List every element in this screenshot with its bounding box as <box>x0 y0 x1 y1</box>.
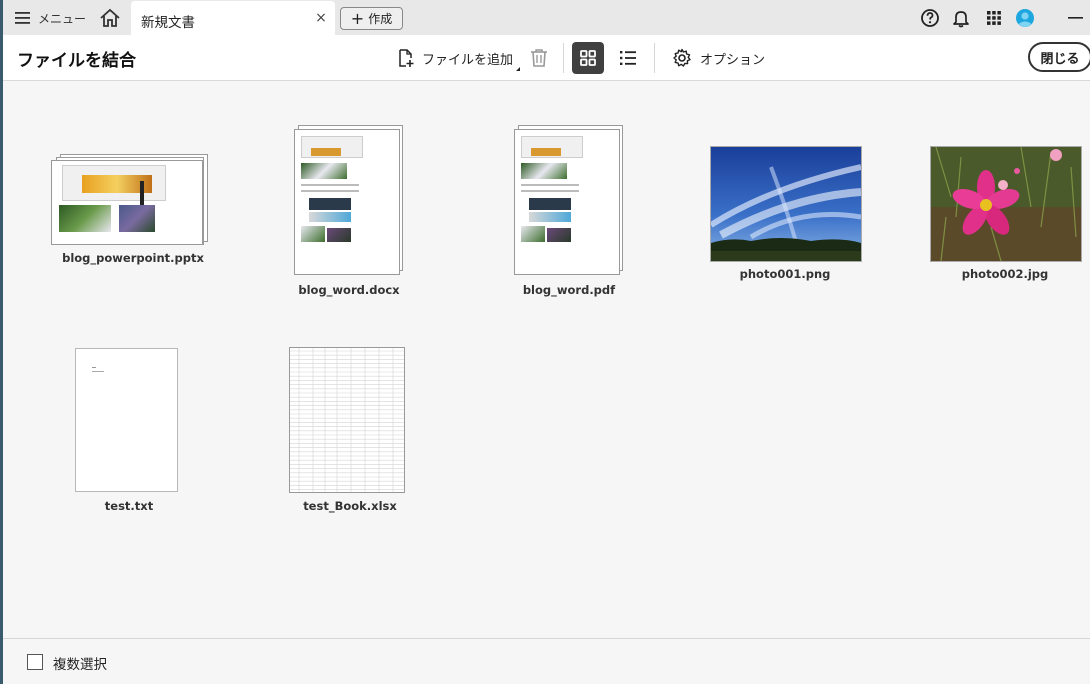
hamburger-icon <box>15 12 30 24</box>
page-title: ファイルを結合 <box>17 51 136 71</box>
file-name: test.txt <box>104 499 154 513</box>
list-view-icon[interactable] <box>616 46 640 70</box>
file-tile[interactable]: blog_powerpoint.pptx <box>48 150 218 270</box>
toolbar: ファイルを結合 ファイルを追加 オプション 閉じる <box>3 35 1090 81</box>
text-thumbnail <box>75 348 178 492</box>
tab-close-icon[interactable]: × <box>313 10 329 26</box>
options-button[interactable]: オプション <box>672 46 765 70</box>
grid-view-button[interactable] <box>572 42 604 74</box>
add-file-label: ファイルを追加 <box>422 52 514 68</box>
footer-bar: 複数選択 <box>3 638 1090 684</box>
file-name: photo002.jpg <box>961 267 1049 281</box>
trash-icon[interactable] <box>528 47 550 69</box>
file-name: blog_powerpoint.pptx <box>62 251 204 265</box>
photo-flower-thumbnail <box>930 146 1082 262</box>
file-name: blog_word.docx <box>298 283 400 297</box>
app-window: メニュー 新規文書 × + 作成 ファイルを結合 ファイルを追加 オプション 閉… <box>3 0 1090 684</box>
close-button[interactable]: 閉じる <box>1028 42 1090 72</box>
file-tile[interactable]: photo001.png <box>709 145 862 285</box>
tab-new-document[interactable]: 新規文書 × <box>131 1 335 35</box>
multi-select-label: 複数選択 <box>53 657 107 673</box>
gear-icon <box>673 48 691 67</box>
document-thumbnail <box>514 129 620 275</box>
toolbar-divider <box>563 43 564 73</box>
file-tile[interactable]: photo002.jpg <box>929 145 1082 285</box>
tab-title: 新規文書 <box>141 15 195 31</box>
avatar-icon[interactable] <box>1015 8 1035 28</box>
file-name: blog_word.pdf <box>522 283 616 297</box>
file-tile[interactable]: test_Book.xlsx <box>285 346 415 516</box>
create-label: 作成 <box>368 12 393 26</box>
apps-grid-icon[interactable] <box>984 8 1004 28</box>
file-tile[interactable]: blog_word.docx <box>288 125 413 300</box>
bell-icon[interactable] <box>951 8 971 28</box>
file-tile[interactable]: test.txt <box>69 346 189 516</box>
toolbar-divider <box>654 43 655 73</box>
menu-label: メニュー <box>38 11 87 26</box>
options-label: オプション <box>700 52 766 68</box>
document-thumbnail <box>294 129 400 275</box>
plus-icon: + <box>350 8 365 28</box>
multi-select-checkbox[interactable] <box>27 654 43 670</box>
menu-button[interactable]: メニュー <box>15 6 86 30</box>
home-icon[interactable] <box>99 8 121 28</box>
spreadsheet-thumbnail <box>289 347 405 493</box>
grid-view-icon <box>580 50 596 66</box>
tab-bar: メニュー 新規文書 × + 作成 <box>3 0 1090 36</box>
add-file-button[interactable]: ファイルを追加 <box>396 46 521 71</box>
file-name: test_Book.xlsx <box>303 499 397 513</box>
help-icon[interactable] <box>920 8 940 28</box>
minimize-icon[interactable] <box>1066 8 1086 28</box>
photo-sky-thumbnail <box>710 146 862 262</box>
file-name: photo001.png <box>739 267 831 281</box>
add-file-icon <box>399 49 414 67</box>
slide-thumbnail <box>51 160 203 245</box>
dropdown-caret-icon <box>516 67 521 71</box>
create-button[interactable]: + 作成 <box>340 7 403 30</box>
file-tile[interactable]: blog_word.pdf <box>508 125 633 300</box>
